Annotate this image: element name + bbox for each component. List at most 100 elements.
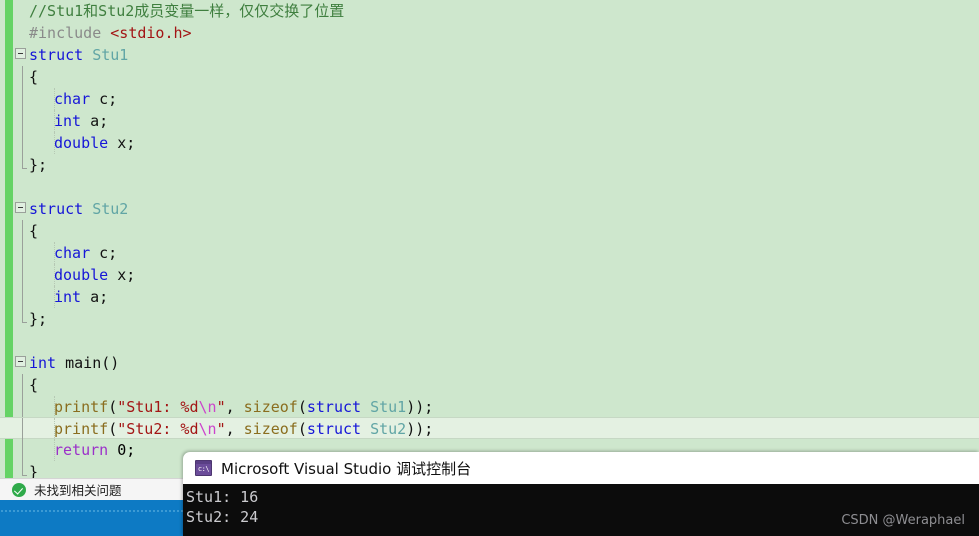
code-line-text: }; [29, 310, 47, 328]
collapse-toggle-icon[interactable] [15, 48, 26, 59]
code-line-text: { [29, 68, 38, 86]
code-token: struct [306, 420, 371, 438]
code-line[interactable]: printf("Stu1: %d\n", sizeof(struct Stu1)… [0, 396, 979, 418]
outline-guide [22, 264, 23, 286]
code-token: Stu2 [370, 420, 407, 438]
code-token: , [225, 420, 244, 438]
code-token: struct [306, 398, 371, 416]
visual-studio-window: //Stu1和Stu2成员变量一样，仅仅交换了位置 #include <stdio… [0, 0, 979, 536]
code-token: Stu1 [370, 398, 407, 416]
code-line[interactable]: printf("Stu2: %d\n", sizeof(struct Stu2)… [0, 417, 979, 440]
code-token: char [54, 90, 100, 108]
code-line[interactable]: int a; [0, 286, 979, 308]
code-token: sizeof [243, 420, 298, 438]
outline-guide [22, 286, 23, 308]
debug-console-window[interactable]: c:\ Microsoft Visual Studio 调试控制台 Stu1: … [183, 452, 979, 536]
console-icon-glyph: c:\ [197, 465, 210, 473]
console-output-area[interactable]: Stu1: 16 Stu2: 24 CSDN @Weraphael [183, 484, 979, 536]
code-line[interactable]: double x; [0, 132, 979, 154]
code-token: x; [117, 134, 136, 152]
code-line-text: } [29, 463, 38, 478]
code-token: { [29, 222, 39, 240]
indent-guide [54, 88, 55, 110]
code-token: int [54, 288, 91, 306]
code-line-text: char c; [29, 90, 117, 108]
code-token: //Stu1和Stu2成员变量一样，仅仅交换了位置 [29, 2, 345, 20]
code-line-text: int main() [29, 354, 119, 372]
code-token: ( [108, 420, 118, 438]
code-token: sizeof [243, 398, 298, 416]
collapse-toggle-icon[interactable] [15, 356, 26, 367]
code-line-text: #include <stdio.h> [29, 24, 192, 42]
console-app-icon: c:\ [195, 460, 212, 476]
code-line-text: int a; [29, 112, 108, 130]
code-token: ( [108, 398, 118, 416]
code-editor[interactable]: //Stu1和Stu2成员变量一样，仅仅交换了位置 #include <stdio… [0, 0, 979, 478]
csdn-watermark: CSDN @Weraphael [841, 513, 965, 528]
code-token: \n [198, 398, 217, 416]
indent-guide [54, 132, 55, 154]
indent-guide [54, 264, 55, 286]
error-list-label: 未找到相关问题 [34, 483, 122, 498]
indent-guide [54, 439, 55, 461]
code-token: )); [406, 398, 434, 416]
code-token: Stu2 [92, 200, 129, 218]
code-token: ( [297, 398, 307, 416]
outline-guide [22, 374, 23, 396]
code-token: printf [54, 398, 109, 416]
code-token: printf [54, 420, 109, 438]
code-token: struct [29, 46, 93, 64]
code-token: { [29, 376, 39, 394]
code-line[interactable]: { [0, 220, 979, 242]
code-line[interactable]: char c; [0, 88, 979, 110]
code-line-text: int a; [29, 288, 108, 306]
code-line[interactable]: double x; [0, 264, 979, 286]
code-line[interactable]: { [0, 374, 979, 396]
code-token: x; [117, 266, 136, 284]
code-token: ( [297, 420, 307, 438]
code-token: )); [406, 420, 434, 438]
code-line[interactable]: { [0, 66, 979, 88]
outline-guide [22, 220, 23, 242]
code-line[interactable]: int main() [0, 352, 979, 374]
code-line[interactable]: int a; [0, 110, 979, 132]
code-token: return [54, 441, 118, 459]
outline-guide-end [22, 308, 27, 323]
code-text-area[interactable]: //Stu1和Stu2成员变量一样，仅仅交换了位置 #include <stdio… [0, 0, 979, 478]
code-token: 0; [117, 441, 136, 459]
outline-guide [22, 418, 23, 440]
code-token: }; [29, 156, 48, 174]
code-token: }; [29, 310, 48, 328]
code-token: c; [99, 244, 118, 262]
code-line[interactable]: //Stu1和Stu2成员变量一样，仅仅交换了位置 [0, 0, 979, 22]
code-line[interactable] [0, 176, 979, 198]
indent-guide [54, 286, 55, 308]
outline-guide [22, 242, 23, 264]
outline-guide [22, 396, 23, 418]
code-line[interactable]: }; [0, 308, 979, 330]
collapse-toggle-icon[interactable] [15, 202, 26, 213]
code-token: c; [99, 90, 118, 108]
code-line[interactable]: struct Stu1 [0, 44, 979, 66]
code-line-text: printf("Stu1: %d\n", sizeof(struct Stu1)… [29, 398, 433, 416]
indent-guide [54, 242, 55, 264]
code-token: , [225, 398, 244, 416]
code-line[interactable]: struct Stu2 [0, 198, 979, 220]
code-line[interactable]: char c; [0, 242, 979, 264]
code-line[interactable]: #include <stdio.h> [0, 22, 979, 44]
code-line[interactable] [0, 330, 979, 352]
console-title-bar[interactable]: c:\ Microsoft Visual Studio 调试控制台 [183, 452, 979, 484]
code-token: " [216, 420, 226, 438]
code-line-text: //Stu1和Stu2成员变量一样，仅仅交换了位置 [29, 2, 344, 20]
code-token: } [29, 463, 39, 478]
code-token: double [54, 266, 118, 284]
outline-guide [22, 88, 23, 110]
console-output-line: Stu1: 16 [186, 488, 259, 506]
code-line[interactable]: }; [0, 154, 979, 176]
outline-guide-end [22, 154, 27, 169]
code-token: <stdio.h> [110, 24, 192, 42]
indent-guide [54, 110, 55, 132]
code-token: "Stu2: %d [117, 420, 199, 438]
code-line-text: char c; [29, 244, 117, 262]
code-token: main() [65, 354, 120, 372]
